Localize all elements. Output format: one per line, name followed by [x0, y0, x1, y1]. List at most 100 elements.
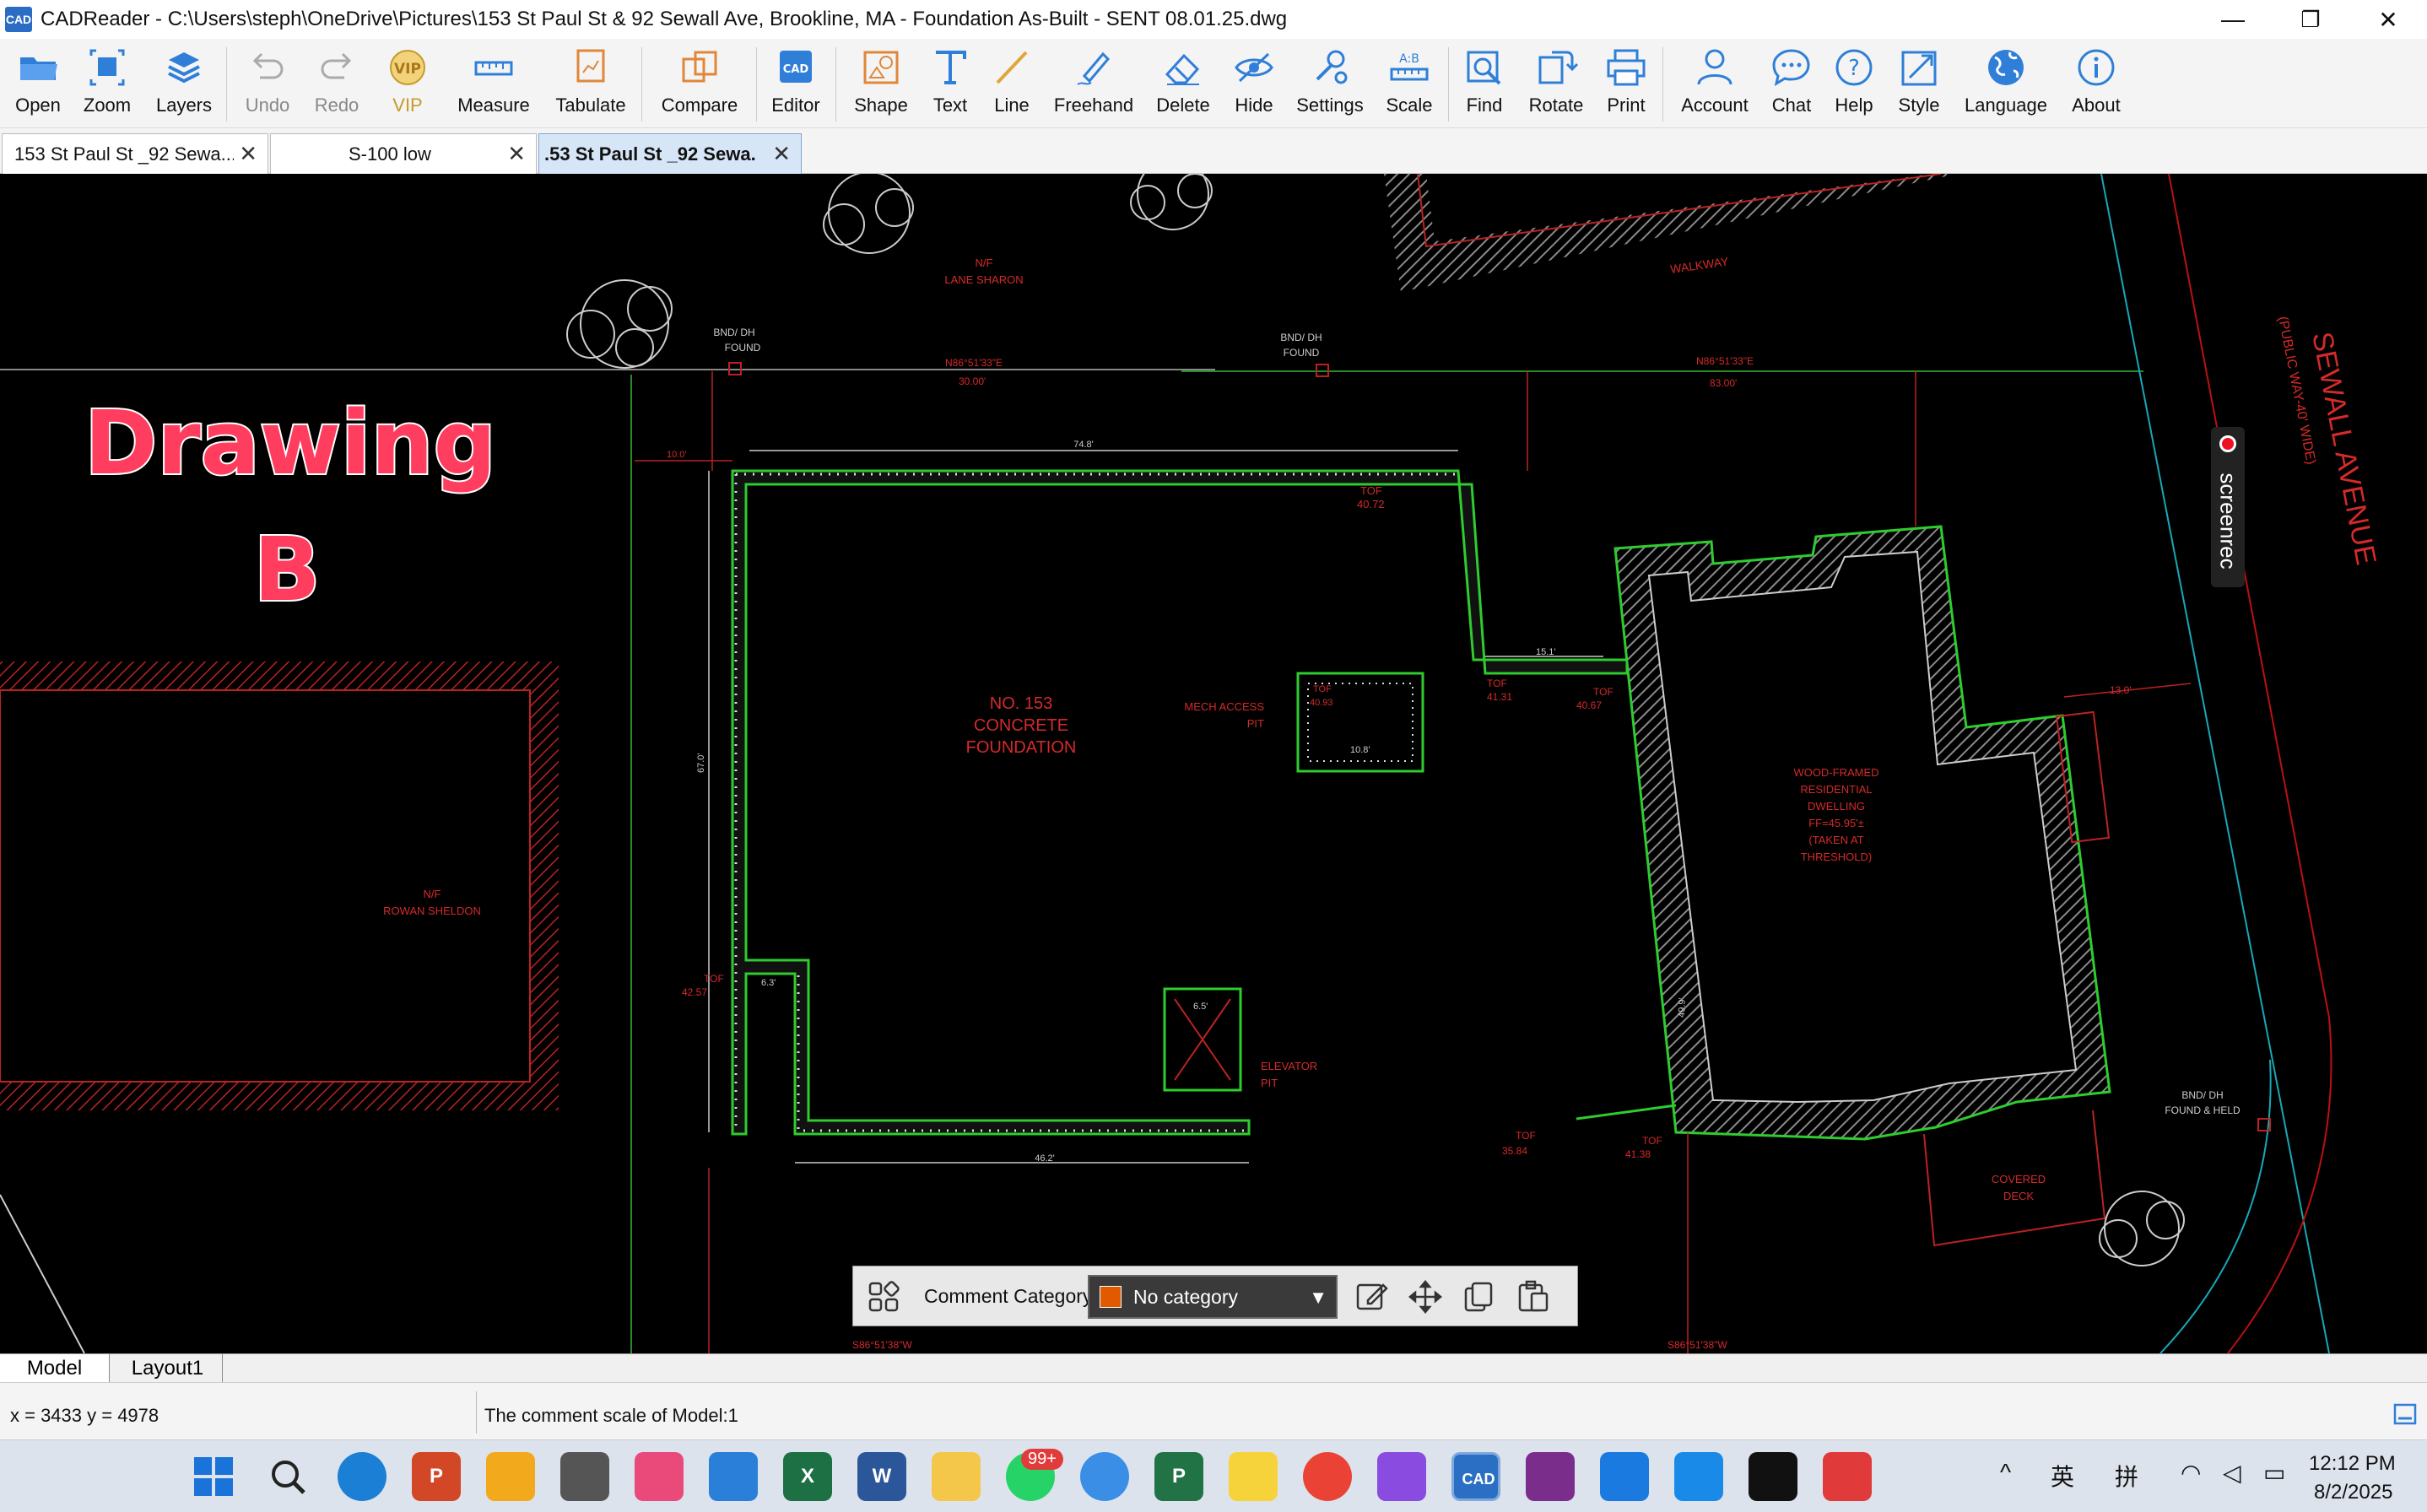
mech-pit-label: PIT: [1247, 717, 1264, 730]
language-button[interactable]: Language: [1959, 39, 2052, 128]
panel-toggle-icon[interactable]: [2393, 1403, 2417, 1425]
tab-layout1[interactable]: Layout1: [113, 1354, 223, 1383]
dwelling-label: RESIDENTIAL: [1800, 783, 1872, 796]
help-button[interactable]: ? Help: [1824, 39, 1884, 128]
windows-start-icon[interactable]: [189, 1452, 238, 1501]
bearing-label: S86°51'38"W: [852, 1339, 912, 1351]
paste-icon[interactable]: [1513, 1277, 1554, 1317]
drawing-canvas[interactable]: SEWALL AVENUE (PUBLIC WAY-40' WIDE) WALK…: [0, 174, 2427, 1353]
chat-icon: [1772, 49, 1810, 87]
tabulate-button[interactable]: Tabulate: [547, 39, 635, 128]
screenrec-app-icon[interactable]: [1823, 1452, 1872, 1501]
quick-assist-icon[interactable]: [1080, 1452, 1129, 1501]
open-button[interactable]: Open: [8, 39, 68, 128]
file-explorer-icon[interactable]: [932, 1452, 981, 1501]
editor-button[interactable]: CAD Editor: [763, 39, 829, 128]
chevron-up-icon[interactable]: ^: [2000, 1459, 2011, 1486]
text-button[interactable]: Text: [920, 39, 981, 128]
zoom-icon: [89, 49, 125, 86]
dimension-label: 46.2': [1035, 1153, 1055, 1164]
project-icon[interactable]: P: [1154, 1452, 1203, 1501]
close-tab-icon[interactable]: ✕: [239, 141, 257, 167]
screenrec-widget[interactable]: screenrec: [2211, 427, 2245, 587]
tof-label: TOF: [1593, 686, 1613, 698]
app-icon[interactable]: [1600, 1452, 1649, 1501]
close-tab-icon[interactable]: ✕: [507, 141, 526, 167]
dimension-label: 49.9': [1677, 997, 1688, 1018]
ime-mode[interactable]: 拼: [2115, 1459, 2138, 1493]
pdf-app-icon[interactable]: [1526, 1452, 1575, 1501]
copilot-icon[interactable]: [1377, 1452, 1426, 1501]
document-tab-active[interactable]: .53 St Paul St _92 Sewa. ✕: [538, 133, 802, 174]
capcut-icon[interactable]: [1749, 1452, 1797, 1501]
layers-icon: [168, 52, 200, 84]
style-button[interactable]: Style: [1887, 39, 1951, 128]
print-button[interactable]: Print: [1595, 39, 1657, 128]
close-button[interactable]: ✕: [2349, 0, 2427, 39]
rotate-button[interactable]: Rotate: [1521, 39, 1592, 128]
sticky-notes-icon[interactable]: [1229, 1452, 1278, 1501]
close-tab-icon[interactable]: ✕: [772, 141, 791, 167]
maximize-button[interactable]: ❐: [2272, 0, 2349, 39]
chrome-icon[interactable]: [1303, 1452, 1352, 1501]
grid-icon[interactable]: [867, 1280, 900, 1314]
notepad-icon[interactable]: [709, 1452, 758, 1501]
freehand-button[interactable]: Freehand: [1050, 39, 1138, 128]
zoom-button[interactable]: Zoom: [76, 39, 138, 128]
volume-icon[interactable]: ◁: [2223, 1459, 2241, 1487]
undo-button[interactable]: Undo: [236, 39, 299, 128]
toolbar-separator: [226, 47, 227, 122]
tab-model[interactable]: Model: [0, 1354, 110, 1383]
settings-button[interactable]: Settings: [1291, 39, 1369, 128]
about-button[interactable]: About: [2064, 39, 2128, 128]
store-icon[interactable]: [486, 1452, 535, 1501]
calculator-icon[interactable]: [560, 1452, 609, 1501]
chevron-down-icon: ▼: [1309, 1287, 1327, 1308]
snipping-tool-icon[interactable]: [635, 1452, 684, 1501]
vip-button[interactable]: VIP VIP: [376, 39, 439, 128]
document-tab[interactable]: S-100 low ✕: [270, 133, 537, 174]
ime-language[interactable]: 英: [2051, 1459, 2074, 1493]
powerpoint-icon[interactable]: P: [412, 1452, 461, 1501]
dwelling-label: WOOD-FRAMED: [1793, 766, 1878, 779]
comment-category-select[interactable]: No category ▼: [1088, 1275, 1338, 1319]
shape-button[interactable]: Shape: [847, 39, 915, 128]
hide-button[interactable]: Hide: [1220, 39, 1288, 128]
edge-browser-icon[interactable]: [338, 1452, 386, 1501]
battery-icon[interactable]: ▭: [2263, 1459, 2285, 1487]
comment-category-label: Comment Category: [924, 1285, 1093, 1307]
layout-tab-bar: Model Layout1: [0, 1353, 2427, 1383]
move-icon[interactable]: [1405, 1277, 1446, 1317]
tree-symbol: [2099, 1191, 2185, 1266]
tree-symbol: [1130, 174, 1213, 230]
measure-button[interactable]: Measure: [456, 39, 532, 128]
compare-button[interactable]: Compare: [653, 39, 746, 128]
tof-value: 41.31: [1487, 691, 1512, 703]
word-icon[interactable]: W: [857, 1452, 906, 1501]
document-tab[interactable]: 153 St Paul St _92 Sewa... ✕: [2, 133, 268, 174]
text-icon: [936, 51, 966, 84]
abutter-name: ROWAN SHELDON: [383, 904, 481, 917]
layers-button[interactable]: Layers: [150, 39, 218, 128]
app-icon[interactable]: [1674, 1452, 1723, 1501]
search-icon[interactable]: [263, 1452, 312, 1501]
chat-button[interactable]: Chat: [1760, 39, 1823, 128]
cadreader-taskbar-icon[interactable]: CAD: [1451, 1452, 1500, 1501]
line-button[interactable]: Line: [982, 39, 1041, 128]
delete-button[interactable]: Delete: [1149, 39, 1217, 128]
excel-icon[interactable]: X: [783, 1452, 832, 1501]
redo-button[interactable]: Redo: [305, 39, 368, 128]
wifi-icon[interactable]: ◠: [2181, 1459, 2201, 1487]
account-button[interactable]: Account: [1674, 39, 1755, 128]
edit-comment-icon[interactable]: [1351, 1277, 1392, 1317]
bearing-label: N86°51'33"E: [945, 357, 1003, 369]
foundation-wall: [731, 469, 1629, 1136]
minimize-button[interactable]: —: [2194, 0, 2272, 39]
find-button[interactable]: Find: [1455, 39, 1514, 128]
clock-date[interactable]: 8/2/2025: [2314, 1481, 2392, 1504]
clock-time[interactable]: 12:12 PM: [2309, 1452, 2396, 1476]
bound-label: BND/ DH: [1280, 332, 1322, 343]
hide-icon: [1235, 52, 1273, 83]
copy-icon[interactable]: [1459, 1277, 1500, 1317]
scale-button[interactable]: A:B Scale: [1376, 39, 1443, 128]
